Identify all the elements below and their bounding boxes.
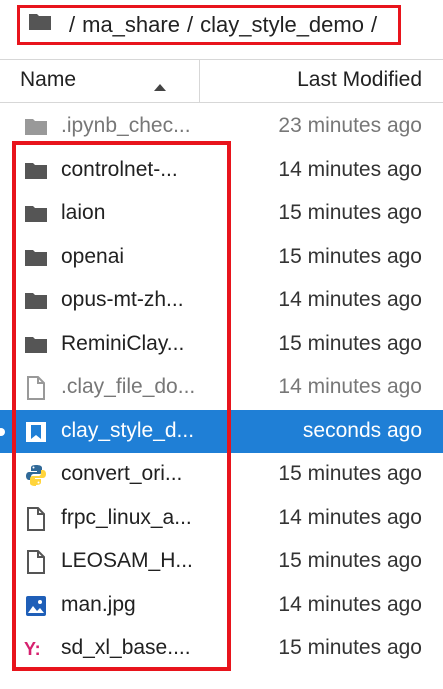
folder-icon — [24, 333, 48, 357]
file-row[interactable]: convert_ori... 15 minutes ago — [0, 453, 443, 497]
file-name[interactable]: ReminiClay... — [61, 332, 184, 356]
folder-icon[interactable] — [28, 12, 52, 38]
breadcrumb-clay-style-demo[interactable]: clay_style_demo — [200, 12, 364, 38]
file-row[interactable]: LEOSAM_H... 15 minutes ago — [0, 540, 443, 584]
file-name[interactable]: man.jpg — [61, 593, 136, 617]
file-row[interactable]: frpc_linux_a... 14 minutes ago — [0, 497, 443, 541]
file-last-modified: 15 minutes ago — [278, 331, 422, 355]
file-row[interactable]: .clay_file_do... 14 minutes ago — [0, 366, 443, 410]
file-last-modified: 23 minutes ago — [278, 114, 422, 137]
breadcrumb-ma-share[interactable]: ma_share — [82, 12, 180, 38]
file-last-modified: 14 minutes ago — [278, 288, 422, 311]
file-row[interactable]: opus-mt-zh... 14 minutes ago — [0, 279, 443, 323]
file-last-modified: seconds ago — [302, 418, 422, 442]
file-last-modified: 15 minutes ago — [278, 462, 422, 485]
file-name[interactable]: sd_xl_base.... — [61, 636, 191, 660]
file-row[interactable]: .ipynb_chec... 23 minutes ago — [0, 105, 443, 149]
file-row[interactable]: ReminiClay... 15 minutes ago — [0, 323, 443, 367]
running-indicator-icon — [0, 427, 5, 436]
file-row[interactable]: Y: sd_xl_base.... 15 minutes ago — [0, 627, 443, 671]
file-name[interactable]: convert_ori... — [61, 462, 182, 486]
breadcrumb-separator: / — [186, 12, 194, 37]
breadcrumb-root[interactable]: / — [69, 12, 75, 38]
file-row[interactable]: clay_style_d... seconds ago — [0, 409, 443, 453]
file-row[interactable]: openai 15 minutes ago — [0, 236, 443, 280]
file-icon — [24, 550, 48, 574]
folder-icon — [24, 202, 48, 226]
file-name[interactable]: opus-mt-zh... — [61, 288, 184, 312]
file-name[interactable]: openai — [61, 245, 124, 269]
file-name[interactable]: LEOSAM_H... — [61, 549, 193, 573]
file-icon — [24, 376, 48, 400]
column-divider[interactable] — [199, 60, 200, 102]
file-name[interactable]: frpc_linux_a... — [61, 506, 192, 530]
name-column-header[interactable]: Name — [20, 68, 76, 92]
breadcrumb: / ma_share / clay_style_demo / — [17, 5, 401, 45]
image-icon — [24, 594, 48, 618]
last-modified-column-header[interactable]: Last Modified — [297, 68, 422, 92]
file-last-modified: 15 minutes ago — [278, 244, 422, 268]
folder-icon — [24, 115, 48, 139]
file-last-modified: 15 minutes ago — [278, 201, 422, 224]
file-name[interactable]: clay_style_d... — [61, 419, 194, 443]
breadcrumb-separator: / — [370, 12, 378, 37]
file-list-header: Name Last Modified — [0, 59, 443, 103]
file-name[interactable]: .clay_file_do... — [61, 375, 195, 399]
svg-text:Y:: Y: — [24, 639, 41, 659]
file-icon — [24, 506, 48, 531]
file-list: .ipynb_chec... 23 minutes ago controlnet-.… — [0, 105, 443, 671]
yaml-icon: Y: — [24, 637, 48, 661]
file-last-modified: 15 minutes ago — [278, 636, 422, 659]
file-last-modified: 14 minutes ago — [278, 505, 422, 529]
file-name[interactable]: .ipynb_chec... — [61, 114, 191, 138]
file-row[interactable]: man.jpg 14 minutes ago — [0, 584, 443, 628]
folder-icon — [24, 289, 48, 313]
sort-ascending-icon[interactable] — [152, 74, 168, 98]
folder-icon — [24, 159, 48, 183]
file-name[interactable]: laion — [61, 201, 105, 225]
file-name[interactable]: controlnet-... — [61, 158, 178, 182]
python-icon — [24, 463, 48, 487]
file-last-modified: 14 minutes ago — [278, 375, 422, 398]
file-row[interactable]: controlnet-... 14 minutes ago — [0, 149, 443, 193]
file-row[interactable]: laion 15 minutes ago — [0, 192, 443, 236]
file-last-modified: 14 minutes ago — [278, 157, 422, 181]
file-last-modified: 14 minutes ago — [278, 592, 422, 616]
notebook-icon — [24, 420, 48, 444]
file-last-modified: 15 minutes ago — [278, 549, 422, 572]
folder-icon — [24, 246, 48, 270]
